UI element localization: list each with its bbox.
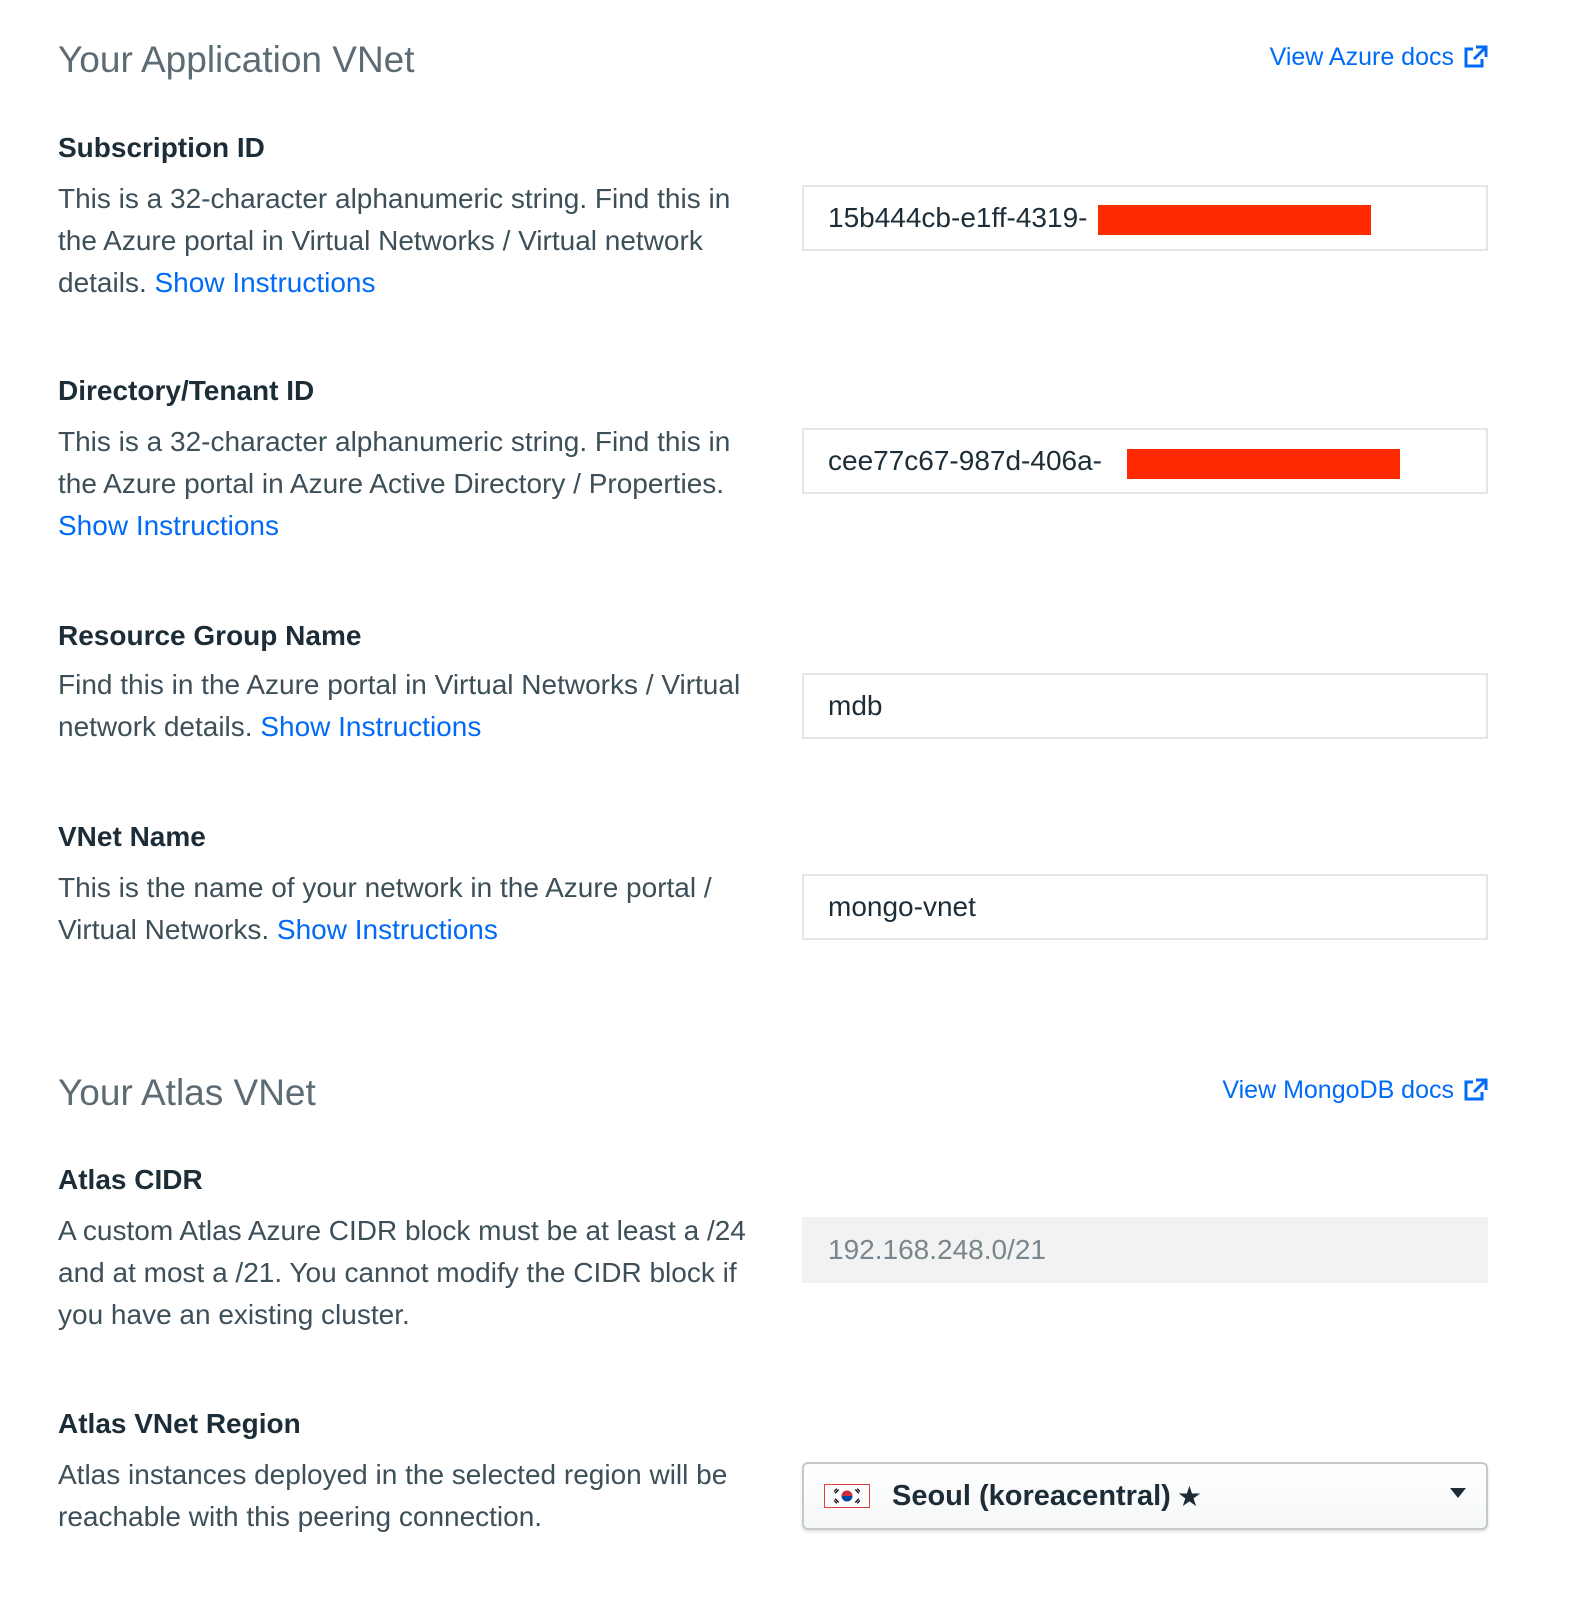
resource-group-label: Resource Group Name <box>58 620 362 651</box>
resource-group-description: Find this in the Azure portal in Virtual… <box>58 664 758 748</box>
subscription-id-redaction <box>1098 205 1371 235</box>
resource-group-input[interactable]: mdb <box>802 673 1488 739</box>
subscription-id-label: Subscription ID <box>58 132 265 163</box>
atlas-region-description: Atlas instances deployed in the selected… <box>58 1459 728 1532</box>
atlas-region-select[interactable]: Seoul (koreacentral) ★ <box>802 1462 1488 1530</box>
atlas-region-selected-value: Seoul (koreacentral) <box>892 1479 1171 1512</box>
atlas-cidr-value: 192.168.248.0/21 <box>828 1234 1046 1265</box>
view-mongodb-docs-link[interactable]: View MongoDB docs <box>1222 1075 1488 1105</box>
south-korea-flag-icon <box>824 1484 870 1508</box>
vnet-name-value: mongo-vnet <box>828 891 976 922</box>
atlas-region-label: Atlas VNet Region <box>58 1408 301 1439</box>
atlas-cidr-description: A custom Atlas Azure CIDR block must be … <box>58 1215 746 1330</box>
tenant-id-description: This is a 32-character alphanumeric stri… <box>58 421 758 547</box>
tenant-id-description-text: This is a 32-character alphanumeric stri… <box>58 426 731 499</box>
vnet-name-show-instructions[interactable]: Show Instructions <box>277 914 498 945</box>
app-vnet-title: Your Application VNet <box>58 39 415 80</box>
subscription-id-show-instructions[interactable]: Show Instructions <box>155 267 376 298</box>
tenant-id-value: cee77c67-987d-406a- <box>828 445 1102 476</box>
subscription-id-value: 15b444cb-e1ff-4319- <box>828 202 1088 233</box>
resource-group-value: mdb <box>828 690 883 721</box>
tenant-id-redaction <box>1127 449 1400 479</box>
vnet-name-label: VNet Name <box>58 821 206 852</box>
tenant-id-label: Directory/Tenant ID <box>58 375 315 406</box>
star-icon: ★ <box>1176 1480 1202 1512</box>
atlas-cidr-input: 192.168.248.0/21 <box>802 1217 1488 1283</box>
atlas-vnet-title: Your Atlas VNet <box>58 1072 316 1113</box>
vnet-name-description: This is the name of your network in the … <box>58 867 758 951</box>
vnet-name-input[interactable]: mongo-vnet <box>802 874 1488 940</box>
view-azure-docs-label: View Azure docs <box>1269 43 1454 71</box>
view-mongodb-docs-label: View MongoDB docs <box>1222 1076 1454 1104</box>
view-azure-docs-link[interactable]: View Azure docs <box>1270 42 1488 72</box>
external-link-icon <box>1464 45 1488 68</box>
resource-group-show-instructions[interactable]: Show Instructions <box>260 711 481 742</box>
atlas-cidr-label: Atlas CIDR <box>58 1164 203 1195</box>
external-link-icon <box>1464 1078 1488 1101</box>
tenant-id-show-instructions[interactable]: Show Instructions <box>58 510 279 541</box>
chevron-down-icon <box>1450 1488 1466 1498</box>
subscription-id-description: This is a 32-character alphanumeric stri… <box>58 178 758 304</box>
